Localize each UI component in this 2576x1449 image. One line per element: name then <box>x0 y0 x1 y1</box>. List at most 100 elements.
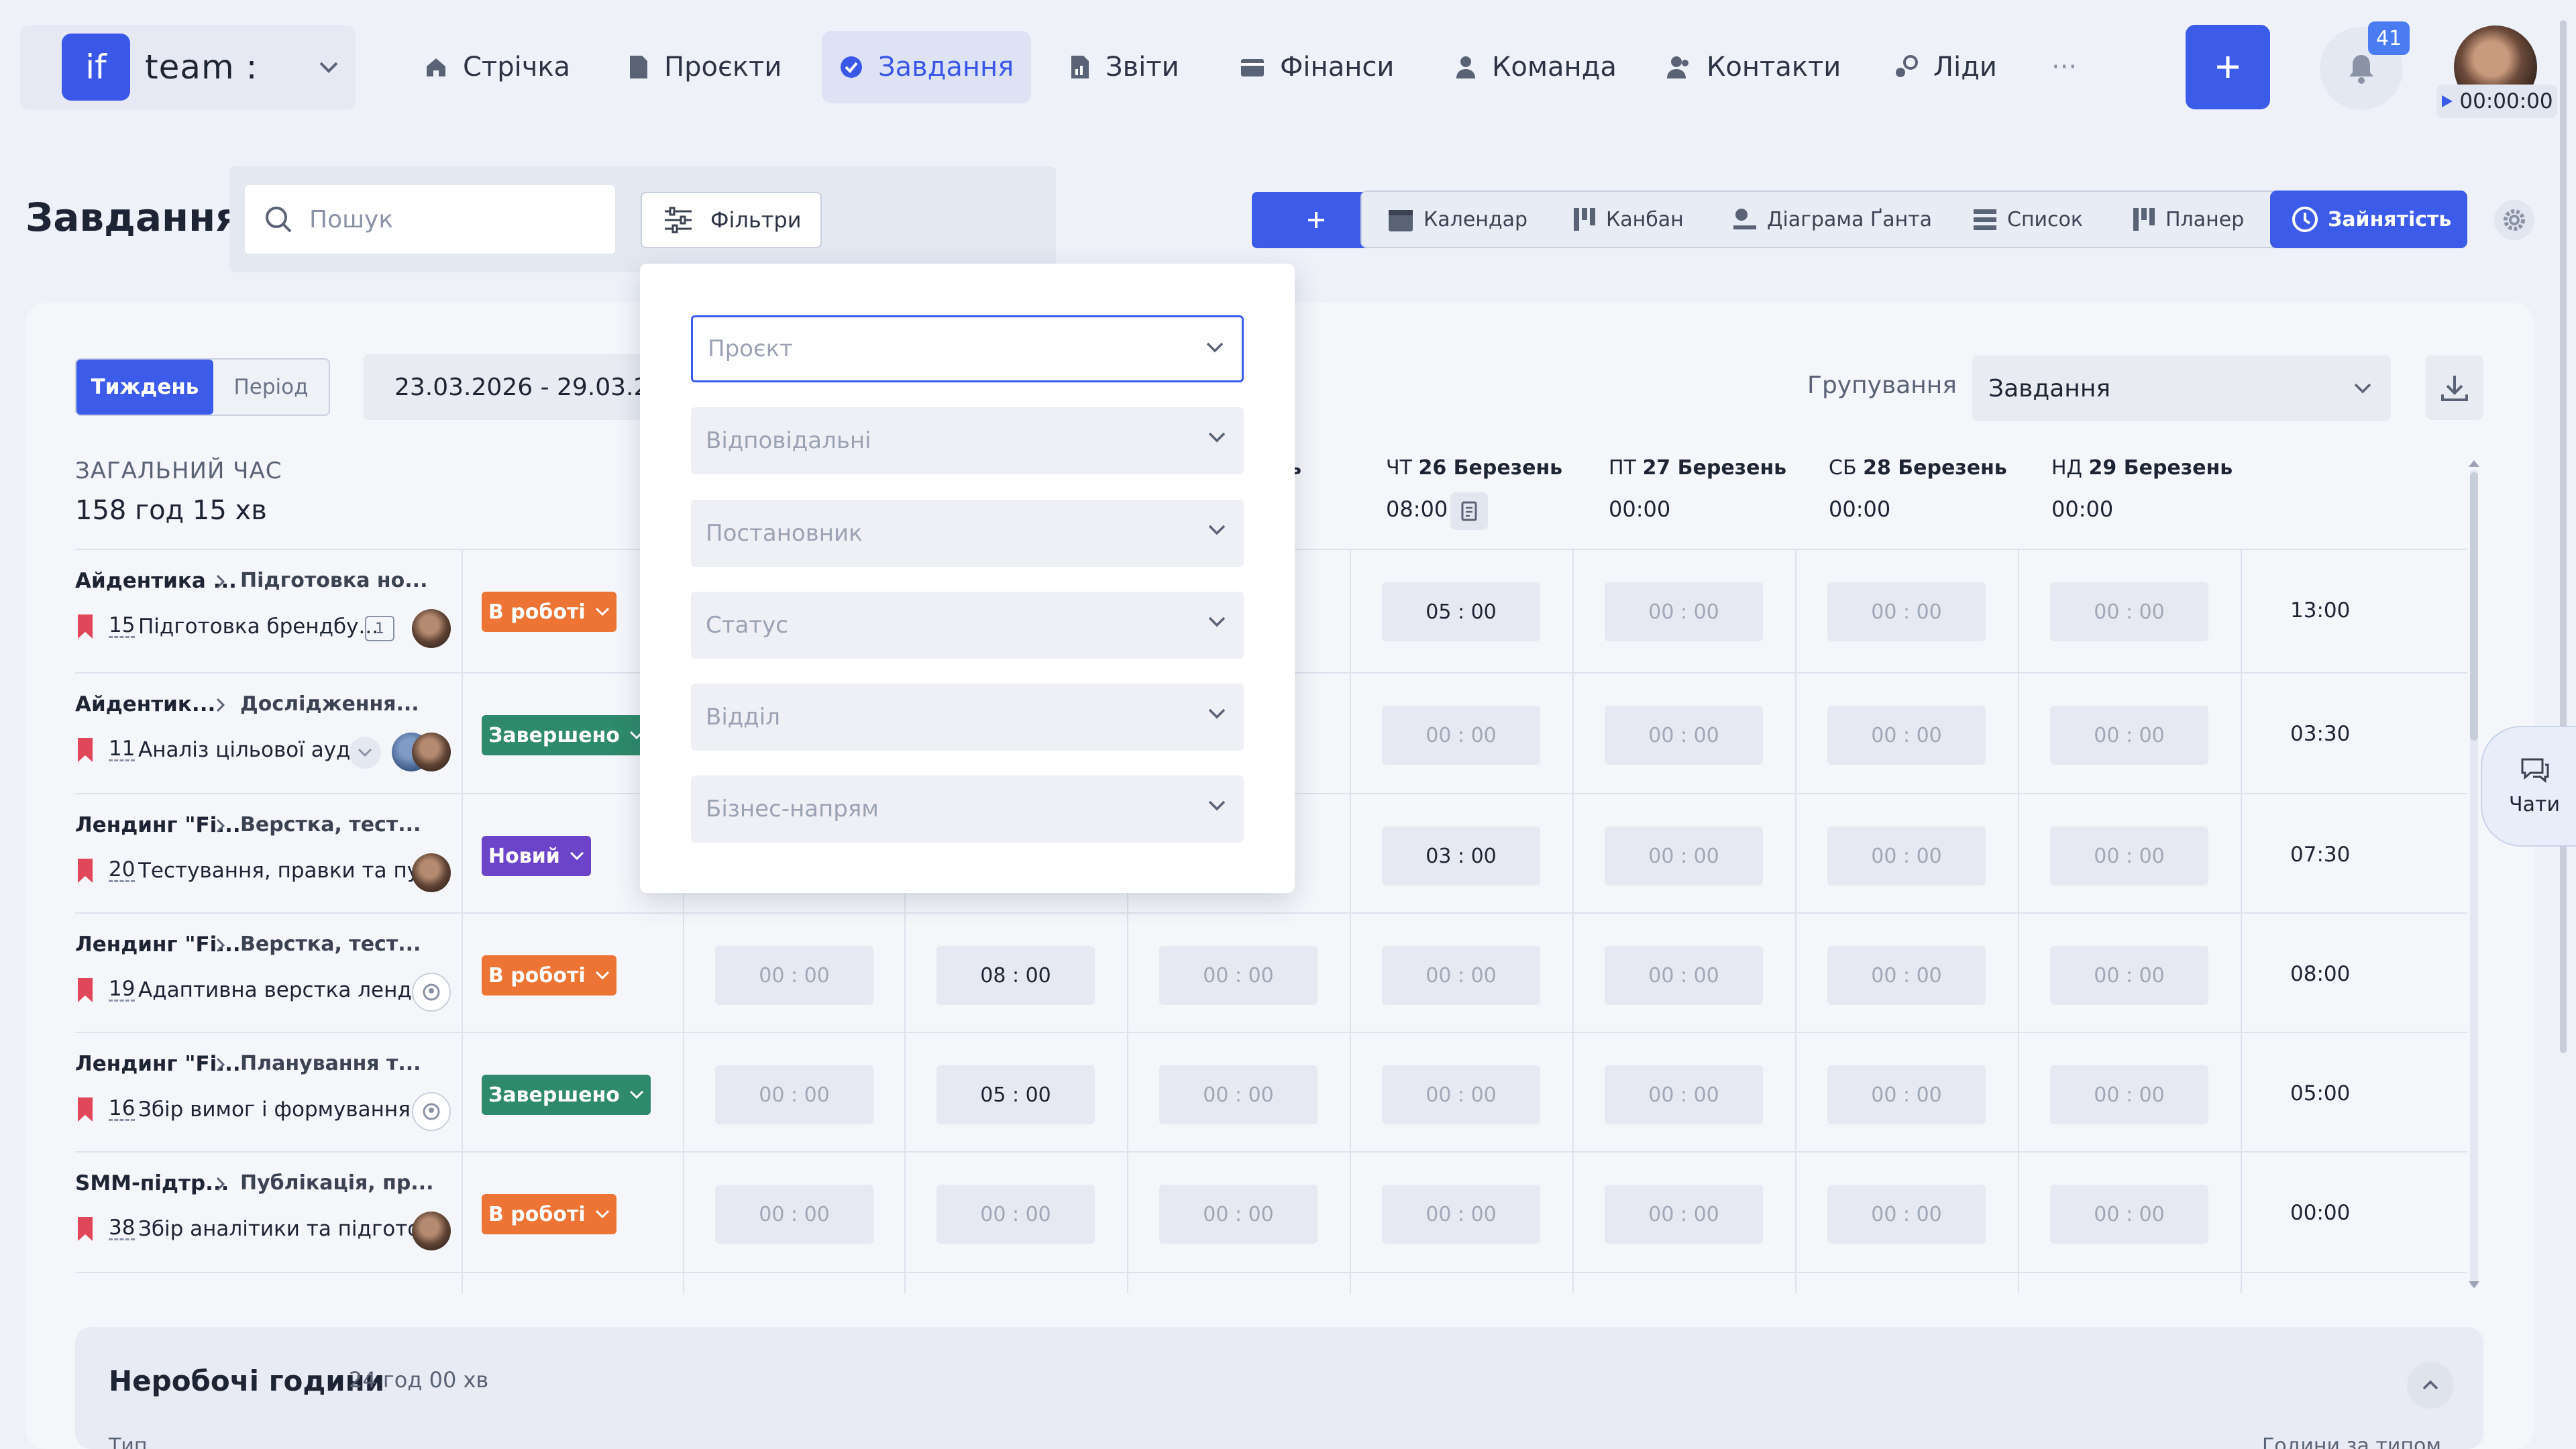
table-scrollbar-thumb[interactable] <box>2470 472 2478 741</box>
nav-tasks[interactable]: Завдання <box>822 31 1032 103</box>
team-switcher[interactable]: if team : <box>20 25 356 109</box>
time-input[interactable]: 00 : 00 <box>1827 1065 1986 1124</box>
nav-feed[interactable]: Стрічка <box>407 31 588 103</box>
task-name[interactable]: Збір вимог і формування ... <box>138 1097 437 1122</box>
assignee-avatar[interactable] <box>412 609 451 648</box>
grouping-select[interactable]: Завдання <box>1972 356 2391 421</box>
page-scrollbar[interactable] <box>2560 20 2567 1053</box>
status-dropdown[interactable]: В роботі <box>482 955 616 996</box>
task-number[interactable]: 19 <box>109 977 135 1001</box>
assignee-avatar[interactable] <box>412 1212 451 1250</box>
nav-team[interactable]: Команда <box>1437 31 1634 103</box>
time-input[interactable]: 00 : 00 <box>715 1065 873 1124</box>
time-input[interactable]: 00 : 00 <box>1827 1185 1986 1244</box>
view-gantt[interactable]: Діаграма Ґанта <box>1725 191 1939 248</box>
expand-button[interactable] <box>349 737 381 769</box>
time-input[interactable]: 00 : 00 <box>1827 706 1986 765</box>
settings-button[interactable] <box>2494 200 2534 240</box>
date-range-picker[interactable]: 23.03.2026 - 29.03.2026 <box>364 354 645 420</box>
unassigned-icon[interactable] <box>412 1092 451 1131</box>
task-project[interactable]: SMM-підтр... <box>75 1171 229 1195</box>
time-input[interactable]: 00 : 00 <box>1382 946 1540 1005</box>
status-dropdown[interactable]: Завершено <box>482 715 651 755</box>
task-number[interactable]: 20 <box>109 857 135 881</box>
task-name[interactable]: Підготовка брендбу... <box>138 614 378 639</box>
time-input[interactable]: 00 : 00 <box>1382 706 1540 765</box>
time-input[interactable]: 00 : 00 <box>1827 582 1986 641</box>
status-dropdown[interactable]: В роботі <box>482 1194 616 1234</box>
time-input[interactable]: 00 : 00 <box>715 946 873 1005</box>
task-stage[interactable]: Верстка, тест... <box>240 932 421 956</box>
create-button[interactable] <box>2186 25 2270 109</box>
task-name[interactable]: Адаптивна верстка ленди... <box>138 978 445 1002</box>
task-stage[interactable]: Планування т... <box>240 1052 421 1075</box>
time-input[interactable]: 00 : 00 <box>2050 582 2208 641</box>
view-list[interactable]: Список <box>1966 191 2090 248</box>
time-input[interactable]: 00 : 00 <box>1605 582 1763 641</box>
chat-button[interactable]: Чати <box>2481 726 2576 847</box>
download-button[interactable] <box>2426 356 2483 420</box>
filter-select[interactable]: Відповідальні <box>691 407 1244 474</box>
collapse-button[interactable] <box>2407 1362 2454 1409</box>
nav-finance[interactable]: Фінанси <box>1222 31 1411 103</box>
task-project[interactable]: Айдентик... <box>75 692 215 716</box>
time-tracker[interactable]: 00:00:00 <box>2436 85 2557 118</box>
time-input[interactable]: 00 : 00 <box>1605 826 1763 885</box>
time-input[interactable]: 00 : 00 <box>1159 1065 1318 1124</box>
time-input[interactable]: 00 : 00 <box>1827 946 1986 1005</box>
time-input[interactable]: 00 : 00 <box>2050 1065 2208 1124</box>
status-dropdown[interactable]: Завершено <box>482 1075 651 1115</box>
day-report-button[interactable] <box>1450 492 1488 530</box>
scroll-down-icon[interactable] <box>2467 1280 2481 1289</box>
view-planner[interactable]: Планер <box>2125 191 2251 248</box>
nav-more[interactable]: ··· <box>2034 31 2094 103</box>
time-input[interactable]: 03 : 00 <box>1382 826 1540 885</box>
assignee-avatar[interactable] <box>412 853 451 892</box>
time-input[interactable]: 00 : 00 <box>2050 946 2208 1005</box>
time-input[interactable]: 00 : 00 <box>1159 1185 1318 1244</box>
nav-reports[interactable]: Звіти <box>1052 31 1197 103</box>
time-input[interactable]: 05 : 00 <box>936 1065 1095 1124</box>
period-tab[interactable]: Період <box>213 360 329 415</box>
time-input[interactable]: 00 : 00 <box>1827 826 1986 885</box>
time-input[interactable]: 00 : 00 <box>936 1185 1095 1244</box>
filter-select[interactable]: Постановник <box>691 500 1244 567</box>
time-input[interactable]: 00 : 00 <box>1605 1185 1763 1244</box>
task-stage[interactable]: Верстка, тест... <box>240 813 421 837</box>
status-dropdown[interactable]: В роботі <box>482 592 616 632</box>
assignee-avatar[interactable] <box>412 733 451 771</box>
view-kanban[interactable]: Канбан <box>1566 191 1690 248</box>
time-input[interactable]: 00 : 00 <box>1605 1065 1763 1124</box>
task-number[interactable]: 38 <box>109 1216 135 1240</box>
nav-contacts[interactable]: Контакти <box>1649 31 1858 103</box>
time-input[interactable]: 00 : 00 <box>2050 706 2208 765</box>
task-number[interactable]: 11 <box>109 737 135 761</box>
task-stage[interactable]: Дослідження... <box>240 692 419 716</box>
time-input[interactable]: 00 : 00 <box>1605 706 1763 765</box>
time-input[interactable]: 08 : 00 <box>936 946 1095 1005</box>
week-tab[interactable]: Тиждень <box>76 360 213 415</box>
task-number[interactable]: 15 <box>109 613 135 637</box>
time-input[interactable]: 05 : 00 <box>1382 582 1540 641</box>
time-input[interactable]: 00 : 00 <box>1159 946 1318 1005</box>
time-input[interactable]: 00 : 00 <box>715 1185 873 1244</box>
time-input[interactable]: 00 : 00 <box>1382 1065 1540 1124</box>
unassigned-icon[interactable] <box>412 973 451 1012</box>
search-input[interactable]: Пошук <box>245 185 615 254</box>
view-workload[interactable]: Зайнятість <box>2270 191 2467 248</box>
task-name[interactable]: Аналіз цільової ауд... <box>138 738 370 762</box>
filters-button[interactable]: Фільтри <box>641 192 822 248</box>
task-name[interactable]: Збір аналітики та підгото... <box>138 1217 440 1241</box>
nav-projects[interactable]: Проєкти <box>610 31 799 103</box>
time-input[interactable]: 00 : 00 <box>2050 826 2208 885</box>
scroll-up-icon[interactable] <box>2467 459 2481 468</box>
task-number[interactable]: 16 <box>109 1096 135 1120</box>
view-calendar[interactable]: Календар <box>1381 191 1534 248</box>
task-project[interactable]: Айдентика ... <box>75 569 237 593</box>
nav-leads[interactable]: Ліди <box>1876 31 2015 103</box>
filter-select[interactable]: Бізнес-напрям <box>691 775 1244 843</box>
filter-select[interactable]: Статус <box>691 592 1244 659</box>
filter-select[interactable]: Проєкт <box>691 315 1244 382</box>
task-stage[interactable]: Підготовка но... <box>240 569 427 592</box>
task-stage[interactable]: Публікація, пр... <box>240 1171 434 1195</box>
